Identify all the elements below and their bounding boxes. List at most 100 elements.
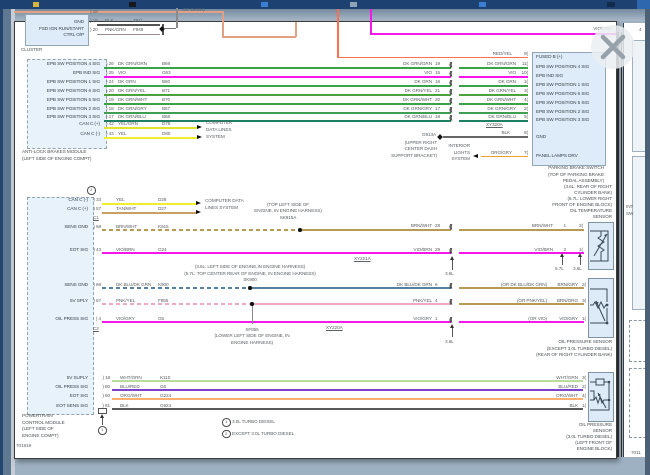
toolbar-icon[interactable] bbox=[350, 2, 357, 7]
module-caption: (LEFT SIDE OF ENGINE COMPT) bbox=[22, 156, 91, 161]
module-label: EPB IND SIG bbox=[73, 70, 100, 75]
variant-leader-line bbox=[562, 257, 563, 265]
pin-number: 18 bbox=[102, 375, 110, 380]
splice-dot-icon bbox=[298, 228, 302, 232]
wire bbox=[102, 303, 252, 305]
close-button[interactable] bbox=[591, 25, 635, 69]
wire-color-label: ORG/WHT bbox=[556, 393, 578, 398]
wire bbox=[112, 398, 583, 400]
pin-number: 24 bbox=[106, 79, 114, 84]
note-1-marker: 1 bbox=[222, 418, 231, 427]
wire-color-label: DK GRN/YEL bbox=[118, 88, 145, 93]
module-label: GND bbox=[74, 19, 84, 24]
wire bbox=[112, 389, 583, 391]
pin-number: 4 bbox=[96, 316, 101, 321]
note-1-marker: 1 bbox=[98, 426, 107, 435]
pin-number: 16 bbox=[435, 79, 440, 84]
module-label: EPB SW POSITION 2 SIG bbox=[536, 109, 589, 114]
location-note: CENTER DASH bbox=[405, 146, 438, 151]
inline-connector-icon bbox=[449, 108, 451, 114]
wire-color-label: DK GRN/YEL bbox=[489, 88, 516, 93]
toolbar bbox=[0, 0, 650, 9]
toolbar-icon[interactable] bbox=[607, 2, 615, 7]
oil-pressure-sensor-box bbox=[588, 278, 614, 338]
inline-connector-icon bbox=[449, 99, 451, 105]
system-note: COMPUTER bbox=[206, 120, 232, 125]
wire-color-label: BLK bbox=[569, 403, 578, 408]
sensor-caption: SENSOR bbox=[593, 428, 612, 433]
wire-color-label: PNK/GRN bbox=[105, 27, 126, 32]
splice-location: (3.6L: LEFT SIDE OF ENGINE,IN ENGINE HAR… bbox=[120, 264, 380, 269]
oil-temp-sensor-box bbox=[588, 222, 614, 270]
note-2-marker: 2 bbox=[222, 430, 231, 439]
pin-number: 1 bbox=[435, 316, 438, 321]
wire bbox=[104, 127, 197, 129]
module-label: GND bbox=[536, 134, 546, 139]
pin-number: 3 bbox=[524, 88, 528, 93]
sensor-caption: (EXCEPT 3.0L TURBO DIESEL) bbox=[547, 346, 612, 351]
system-note: LIGHTS bbox=[454, 150, 470, 155]
right-strip[interactable] bbox=[645, 9, 650, 475]
circuit-number: B71 bbox=[162, 88, 170, 93]
wire-color-label: BLU/RED bbox=[558, 384, 578, 389]
wire-color-label: DK GRN/BLU bbox=[118, 114, 146, 119]
pin-number: 28 bbox=[435, 223, 440, 228]
toolbar-icon[interactable] bbox=[129, 2, 136, 7]
location-note: (UPPER RIGHT bbox=[405, 140, 437, 145]
wire bbox=[337, 9, 339, 58]
sensor-caption: (LEFT FRONT OF bbox=[575, 440, 612, 445]
wire bbox=[112, 380, 583, 382]
footnote: EXCEPT 3.0L TURBO DIESEL bbox=[232, 431, 294, 436]
wire bbox=[104, 137, 197, 139]
adjacent-page-number: 7011 bbox=[631, 450, 641, 455]
module-label: EPB SW POSITION 1 SIG bbox=[536, 82, 589, 87]
pin-number: 66 bbox=[93, 282, 101, 287]
connector-label: XY320A bbox=[486, 122, 503, 127]
pin-number: 1 bbox=[582, 403, 586, 408]
module-caption: (TOP OF PARKING BRAKE bbox=[548, 172, 604, 177]
wire-color-label: TAN/WHT bbox=[116, 206, 136, 211]
module-caption: ANTI-LOCK BRAKES MODULE bbox=[22, 149, 86, 154]
adjacent-page-tab[interactable]: 4 bbox=[639, 27, 642, 32]
wire-color-label: DK GRN/GRY bbox=[403, 106, 432, 111]
wire bbox=[102, 229, 300, 231]
connector-label: C1 bbox=[93, 215, 99, 220]
inline-connector-icon bbox=[449, 63, 451, 69]
next-page-edge-line bbox=[621, 32, 623, 457]
wire-color-label: DK GRN bbox=[414, 79, 432, 84]
pin-number: 43 bbox=[106, 131, 114, 136]
circuit-number: B67 bbox=[162, 106, 170, 111]
toolbar-icon[interactable] bbox=[33, 2, 39, 7]
splice-label: SF855 bbox=[192, 327, 312, 332]
inline-connector-icon bbox=[449, 116, 451, 122]
wire-color-label: VIO bbox=[508, 70, 516, 75]
module-label: EPB SW POSITION 5 SIG bbox=[47, 97, 100, 102]
module-caption: ENGINE COMPT) bbox=[22, 433, 58, 438]
ground-splice-label: G913A bbox=[422, 132, 436, 137]
pin-number: 4 bbox=[582, 393, 586, 398]
wire-color-label: PNK/YEL bbox=[413, 298, 432, 303]
wire-color-label: DK GRN/WHT bbox=[487, 97, 516, 102]
wire-color-label: ORG/GRY bbox=[491, 150, 512, 155]
toolbar-icon[interactable] bbox=[637, 0, 650, 9]
data-line-arrow-icon bbox=[197, 135, 202, 139]
circuit-number: D28 bbox=[158, 197, 166, 202]
pin-number: 29 bbox=[435, 247, 440, 252]
module-caption: PEDAL ASSEMBLY) bbox=[563, 178, 604, 183]
module-label: EPB SW POSITION 2 SIG bbox=[47, 106, 100, 111]
sensor-caption: (5.7L: LOWER RIGHT bbox=[567, 196, 612, 201]
wire bbox=[337, 57, 528, 59]
engine-variant-note: 3.6L bbox=[445, 339, 454, 344]
pcm-module-box bbox=[27, 197, 94, 415]
inline-connector-icon bbox=[449, 284, 451, 290]
pin-number: 2 bbox=[579, 223, 583, 228]
toolbar-icon[interactable] bbox=[479, 2, 486, 7]
wire-color-label: DK GRN/BLU bbox=[404, 114, 432, 119]
wire bbox=[370, 9, 372, 34]
pin-number: 7 bbox=[524, 150, 528, 155]
pin-number: 25 bbox=[106, 70, 114, 75]
pin-number: 1 bbox=[524, 79, 528, 84]
sensor-caption: (REAR OF RIGHT CYLINDER BANK) bbox=[536, 352, 612, 357]
toolbar-icon[interactable] bbox=[261, 2, 268, 7]
module-caption: PARKING BRAKE SWITCH bbox=[548, 165, 604, 170]
